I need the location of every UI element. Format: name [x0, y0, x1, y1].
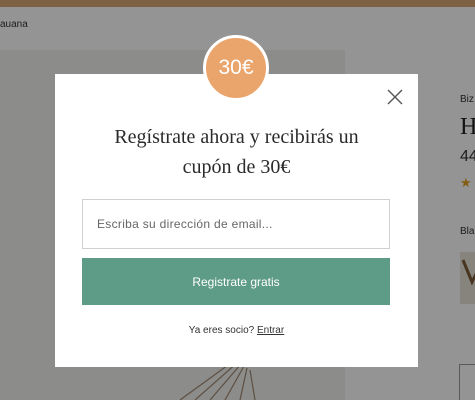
email-field[interactable] [82, 199, 390, 249]
headline-line-2: cupón de 30€ [182, 156, 291, 178]
close-button[interactable] [385, 87, 405, 107]
register-button[interactable]: Registrate gratis [82, 258, 390, 305]
login-link[interactable]: Entrar [257, 325, 284, 336]
headline-line-1: Regístrate ahora y recibirás un [114, 126, 359, 148]
coupon-badge: 30€ [203, 35, 269, 101]
login-prompt: Ya eres socio? Entrar [55, 325, 418, 336]
signup-modal: 30€ Regístrate ahora y recibirás un cupó… [55, 35, 418, 367]
close-icon [387, 89, 403, 105]
modal-headline: Regístrate ahora y recibirás un cupón de… [75, 122, 398, 182]
login-prompt-text: Ya eres socio? [188, 325, 255, 336]
